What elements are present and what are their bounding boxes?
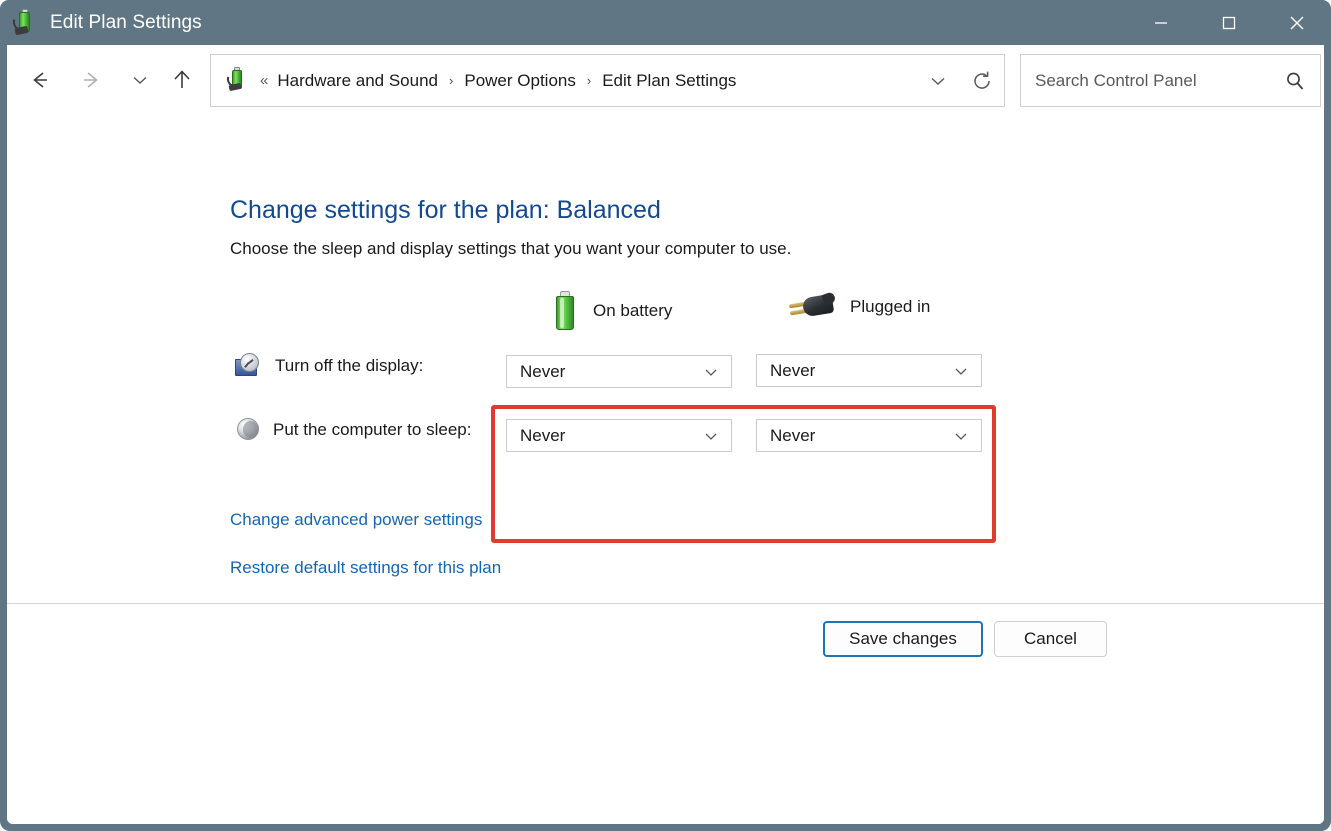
dropdown-sleep-on-battery[interactable]: Never xyxy=(506,419,732,452)
close-icon[interactable] xyxy=(1263,0,1331,45)
chevron-down-icon[interactable] xyxy=(703,428,719,444)
chevron-down-icon[interactable] xyxy=(953,428,969,444)
dropdown-value: Never xyxy=(770,425,816,445)
row-label-turn-off-display: Turn off the display: xyxy=(235,353,423,379)
power-plug-icon xyxy=(787,291,837,323)
dropdown-value: Never xyxy=(520,361,566,381)
search-icon[interactable] xyxy=(1284,70,1306,92)
address-bar[interactable]: « Hardware and Sound › Power Options › E… xyxy=(210,54,1005,107)
battery-plug-icon xyxy=(224,66,249,94)
row-label-put-computer-to-sleep: Put the computer to sleep: xyxy=(235,417,471,443)
link-restore-default-settings[interactable]: Restore default settings for this plan xyxy=(230,558,501,578)
dropdown-value: Never xyxy=(520,425,566,445)
up-arrow-icon[interactable] xyxy=(161,59,203,101)
breadcrumb-overflow-icon[interactable]: « xyxy=(260,72,268,89)
save-changes-button[interactable]: Save changes xyxy=(823,621,983,657)
breadcrumb-item-power-options[interactable]: Power Options xyxy=(464,71,576,91)
column-label-on-battery: On battery xyxy=(593,301,673,320)
battery-icon xyxy=(552,291,578,331)
footer-bar: Save changes Cancel xyxy=(7,604,1324,824)
breadcrumb-item-hardware-and-sound[interactable]: Hardware and Sound xyxy=(277,71,438,91)
dropdown-sleep-plugged-in[interactable]: Never xyxy=(756,419,982,452)
address-bar-actions xyxy=(916,55,1004,106)
breadcrumb-item-edit-plan-settings[interactable]: Edit Plan Settings xyxy=(602,71,736,91)
dropdown-turn-off-display-on-battery[interactable]: Never xyxy=(506,355,732,388)
cancel-button[interactable]: Cancel xyxy=(994,621,1107,657)
window-controls xyxy=(1127,0,1331,45)
page-subtitle: Choose the sleep and display settings th… xyxy=(230,239,792,258)
chevron-down-icon[interactable] xyxy=(119,59,161,101)
navigation-bar: « Hardware and Sound › Power Options › E… xyxy=(7,45,1324,116)
maximize-icon[interactable] xyxy=(1195,0,1263,45)
chevron-down-icon[interactable] xyxy=(953,363,969,379)
edit-plan-settings-window: Edit Plan Settings « Hardware and Sound … xyxy=(0,0,1331,831)
column-label-plugged-in: Plugged in xyxy=(850,297,931,316)
display-clock-icon xyxy=(235,353,263,379)
search-box[interactable] xyxy=(1020,54,1321,107)
back-arrow-icon[interactable] xyxy=(19,59,61,101)
refresh-icon[interactable] xyxy=(960,55,1004,106)
search-input[interactable] xyxy=(1035,65,1260,96)
link-change-advanced-power-settings[interactable]: Change advanced power settings xyxy=(230,510,482,530)
window-title: Edit Plan Settings xyxy=(50,11,202,33)
column-header-plugged-in: Plugged in xyxy=(787,291,930,323)
titlebar: Edit Plan Settings xyxy=(0,0,1331,45)
row-label-text: Put the computer to sleep: xyxy=(273,420,472,439)
column-header-on-battery: On battery xyxy=(552,291,672,331)
row-label-text: Turn off the display: xyxy=(275,356,424,375)
sleep-moon-icon xyxy=(235,417,261,443)
dropdown-turn-off-display-plugged-in[interactable]: Never xyxy=(756,354,982,387)
battery-plug-icon xyxy=(10,8,38,37)
content-area: Change settings for the plan: Balanced C… xyxy=(7,116,1324,603)
dropdown-value: Never xyxy=(770,360,816,380)
client-area: « Hardware and Sound › Power Options › E… xyxy=(7,45,1324,824)
page-title: Change settings for the plan: Balanced xyxy=(230,196,661,224)
forward-arrow-icon[interactable] xyxy=(70,59,112,101)
chevron-down-icon[interactable] xyxy=(703,364,719,380)
address-dropdown-icon[interactable] xyxy=(916,55,960,106)
breadcrumb-separator-icon: › xyxy=(586,73,592,88)
minimize-icon[interactable] xyxy=(1127,0,1195,45)
breadcrumb-separator-icon: › xyxy=(449,73,454,88)
